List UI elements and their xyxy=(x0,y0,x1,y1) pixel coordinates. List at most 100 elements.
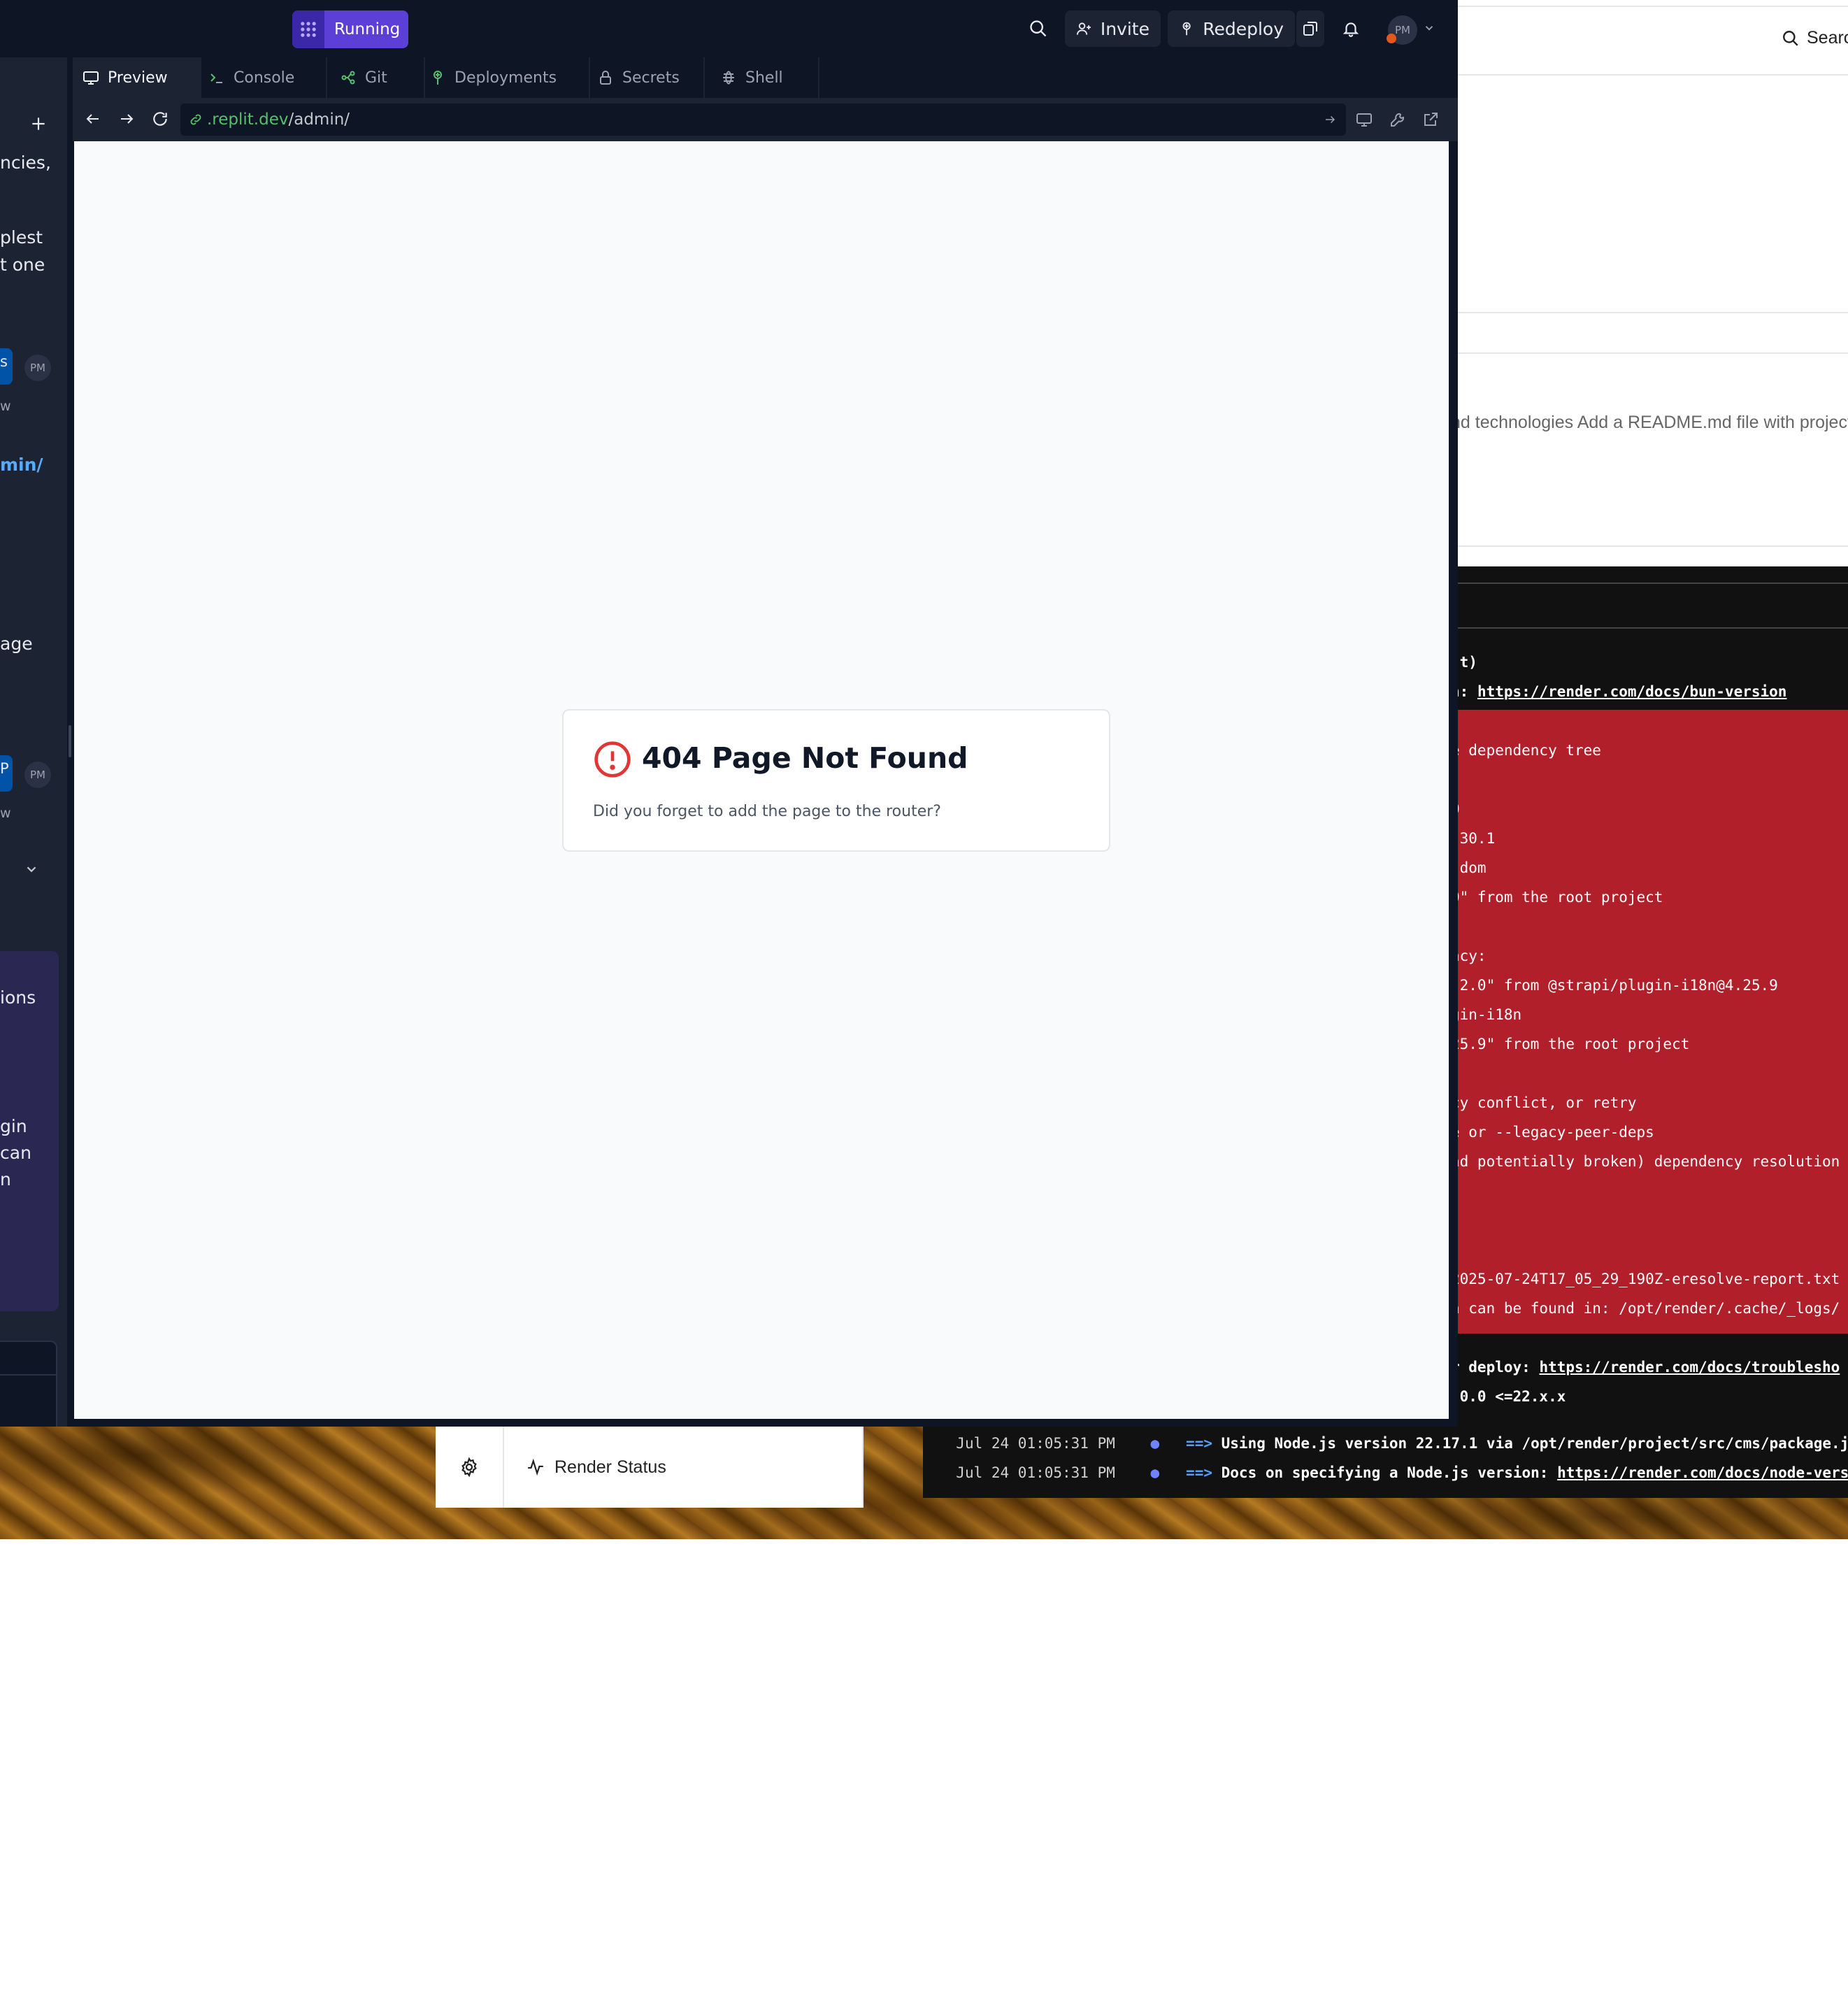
tab-divider xyxy=(424,57,425,98)
log-line: 2025-07-24T17_05_29_190Z-eresolve-report… xyxy=(1451,1271,1840,1287)
invite-label: Invite xyxy=(1100,18,1149,39)
tab-divider xyxy=(589,57,590,98)
resize-grip xyxy=(69,725,71,757)
tab-divider xyxy=(703,57,705,98)
new-chat-button[interactable] xyxy=(28,113,49,134)
avatar: PM xyxy=(24,355,51,381)
preview-webview: 404 Page Not Found Did you forget to add… xyxy=(74,141,1449,1419)
notifications-button[interactable] xyxy=(1339,17,1363,41)
chat-link[interactable]: min/ xyxy=(0,455,43,475)
tab-secrets[interactable]: Secrets xyxy=(597,57,680,98)
resize-handle[interactable] xyxy=(67,57,73,1427)
alert-circle-icon xyxy=(594,741,631,778)
log-text: 2025-07-24T17_05_29_190Z-eresolve-report… xyxy=(1451,1271,1840,1287)
docs-link[interactable]: https://render.com/docs/node-version xyxy=(1557,1464,1848,1481)
url-input[interactable]: .replit.dev/admin/ xyxy=(180,103,1346,136)
chevron-down-icon xyxy=(1425,26,1433,31)
chat-text: gin xyxy=(0,1116,27,1136)
tab-divider xyxy=(326,57,327,98)
docs-link[interactable]: https://render.com/docs/troublesho xyxy=(1539,1359,1840,1376)
redeploy-button[interactable]: Redeploy xyxy=(1168,10,1295,47)
wrench-icon xyxy=(1391,113,1405,127)
device-view-button[interactable] xyxy=(1354,109,1375,130)
chat-text: can xyxy=(0,1143,31,1163)
copy-icon xyxy=(1303,22,1317,36)
tab-preview[interactable]: Preview xyxy=(73,57,200,98)
docs-link[interactable]: https://render.com/docs/bun-version xyxy=(1477,683,1787,700)
devtools-button[interactable] xyxy=(1387,109,1408,130)
run-icon-box xyxy=(292,10,324,48)
divider xyxy=(1458,352,1848,354)
log-text: .0.0 <=22.x.x xyxy=(1451,1388,1566,1405)
search-button[interactable] xyxy=(1026,17,1050,41)
deploy-icon xyxy=(434,71,442,85)
open-new-tab-button[interactable] xyxy=(1420,109,1441,130)
message-time: w xyxy=(0,806,11,821)
replit-window: Running Invite Redeploy PM ncies, plest … xyxy=(0,0,1458,1427)
top-bar: Running Invite Redeploy PM xyxy=(0,0,1458,57)
chat-text: ncies, xyxy=(0,152,51,173)
chat-input[interactable] xyxy=(0,1341,57,1427)
link-icon xyxy=(190,114,201,125)
tab-deployments[interactable]: Deployments xyxy=(429,57,557,98)
log-line: e dependency tree xyxy=(1451,742,1601,759)
lock-icon xyxy=(600,71,611,85)
log-line: r deploy: https://render.com/docs/troubl… xyxy=(1451,1359,1840,1376)
chat-text: t one xyxy=(0,255,45,275)
settings-button[interactable] xyxy=(436,1427,504,1508)
chat-text: n xyxy=(0,1169,11,1190)
tab-git[interactable]: Git xyxy=(340,57,387,98)
browser-toolbar: .replit.dev/admin/ xyxy=(73,98,1458,141)
deploy-icon xyxy=(1182,22,1191,36)
log-text: r deploy: xyxy=(1451,1359,1540,1376)
run-button[interactable]: Running xyxy=(292,10,408,48)
tab-label: Console xyxy=(234,69,295,87)
divider xyxy=(862,1427,864,1508)
not-found-card: 404 Page Not Found Did you forget to add… xyxy=(562,709,1110,852)
render-sidebar: Render Status xyxy=(436,1427,864,1508)
gear-icon xyxy=(461,1457,477,1478)
back-button[interactable] xyxy=(83,108,103,129)
run-label: Running xyxy=(334,20,401,38)
log-text: .2.0" from @strapi/plugin-i18n@4.25.9 xyxy=(1451,977,1778,994)
expand-button[interactable] xyxy=(22,860,41,878)
account-menu-button[interactable] xyxy=(1422,21,1436,35)
commit-message: nd technologies Add a README.md file wit… xyxy=(1451,413,1848,432)
tab-shell[interactable]: Shell xyxy=(720,57,783,98)
invite-button[interactable]: Invite xyxy=(1065,10,1161,47)
tab-label: Preview xyxy=(108,69,168,87)
divider xyxy=(1458,545,1848,547)
log-line: cy conflict, or retry xyxy=(1451,1094,1637,1111)
forward-button[interactable] xyxy=(116,108,137,129)
log-text: 0" from the root project xyxy=(1451,889,1663,906)
activity-icon xyxy=(528,1458,543,1476)
log-line: gin-i18n xyxy=(1451,1006,1521,1023)
render-search-button[interactable]: Searc xyxy=(1782,28,1848,48)
tab-divider xyxy=(200,57,201,98)
log-line: 0" from the root project xyxy=(1451,889,1663,906)
go-button[interactable] xyxy=(1322,112,1338,127)
log-text: cy conflict, or retry xyxy=(1451,1094,1637,1111)
arrow-right-icon xyxy=(1326,115,1335,124)
git-icon xyxy=(341,71,355,85)
search-icon xyxy=(1030,20,1047,37)
tab-label: Git xyxy=(365,69,387,87)
page-title: 404 Page Not Found xyxy=(642,741,968,775)
log-text: gin-i18n xyxy=(1451,1006,1522,1023)
external-link-icon xyxy=(1424,113,1438,126)
info-icon: ● xyxy=(1150,1464,1160,1481)
monitor-icon xyxy=(83,71,99,85)
monitor-icon xyxy=(1356,113,1372,127)
message-badge-text: s xyxy=(0,353,8,370)
log-text: nd potentially broken) dependency resolu… xyxy=(1451,1153,1840,1170)
tab-console[interactable]: Console xyxy=(208,57,294,98)
message-badge-text: P xyxy=(0,760,9,777)
reload-button[interactable] xyxy=(150,108,171,129)
log-text: n can be found in: /opt/render/.cache/_l… xyxy=(1451,1300,1840,1317)
log-message: Docs on specifying a Node.js version: xyxy=(1221,1464,1558,1481)
tab-bar: Preview Console Git Deployments Secrets … xyxy=(73,57,1458,98)
stop-grid-icon xyxy=(301,22,316,37)
sidebar-item-render-status[interactable]: Render Status xyxy=(527,1427,666,1508)
redeploy-menu-button[interactable] xyxy=(1295,10,1324,47)
message-time: w xyxy=(0,399,11,414)
